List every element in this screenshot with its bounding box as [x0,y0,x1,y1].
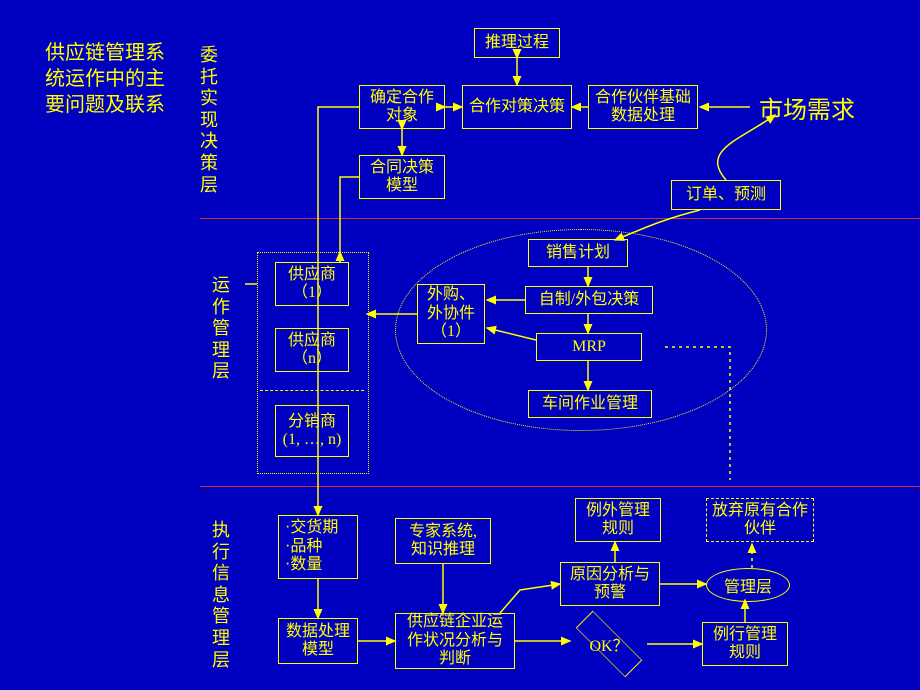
box-supplier-n: 供应商（n） [275,328,349,372]
box-scm-analysis: 供应链企业运作状况分析与判断 [395,613,515,669]
box-delivery-items: ·交货期 ·品种 ·数量 [278,515,358,579]
box-expert-system: 专家系统, 知识推理 [395,518,491,564]
box-purchase-parts: 外购、外协件（1） [417,284,485,344]
box-shopfloor: 车间作业管理 [528,390,652,418]
box-contract-decision-model: 合同决策模型 [359,155,445,199]
layer-entrust-decision: 委托实现决策层 [200,45,218,196]
text-market-demand: 市场需求 [759,90,855,125]
layer-operation-mgmt: 运作管理层 [212,275,230,383]
box-cause-warning: 原因分析与预警 [560,562,660,606]
box-data-model: 数据处理模型 [278,618,358,664]
separator-2 [200,486,920,487]
box-sales-plan: 销售计划 [528,239,628,267]
box-abandon-partner: 放弃原有合作伙伴 [706,498,814,542]
ellipse-management: 管理层 [706,568,790,602]
box-inference-process: 推理过程 [474,28,560,58]
box-routine-rule: 例行管理规则 [702,622,788,666]
box-make-outsource: 自制/外包决策 [525,286,653,314]
box-exception-rule: 例外管理规则 [575,498,661,542]
box-distributor: 分销商 (1, …, n) [275,405,349,457]
box-determine-partner: 确定合作对象 [359,85,445,129]
box-partner-base-data: 合作伙伴基础数据处理 [588,85,698,129]
diamond-ok: OK？ [574,624,644,664]
supplier-distributor-divider [260,390,364,391]
box-coop-strategy-decision: 合作对策决策 [462,85,572,129]
separator-1 [200,218,920,219]
layer-exec-info-mgmt: 执行信息管理层 [212,520,230,671]
diagram-title: 供应链管理系统运作中的主要问题及联系 [45,40,165,118]
box-order-forecast: 订单、预测 [671,180,781,210]
box-mrp: MRP [536,333,642,361]
box-supplier-1: 供应商（1） [275,262,349,306]
